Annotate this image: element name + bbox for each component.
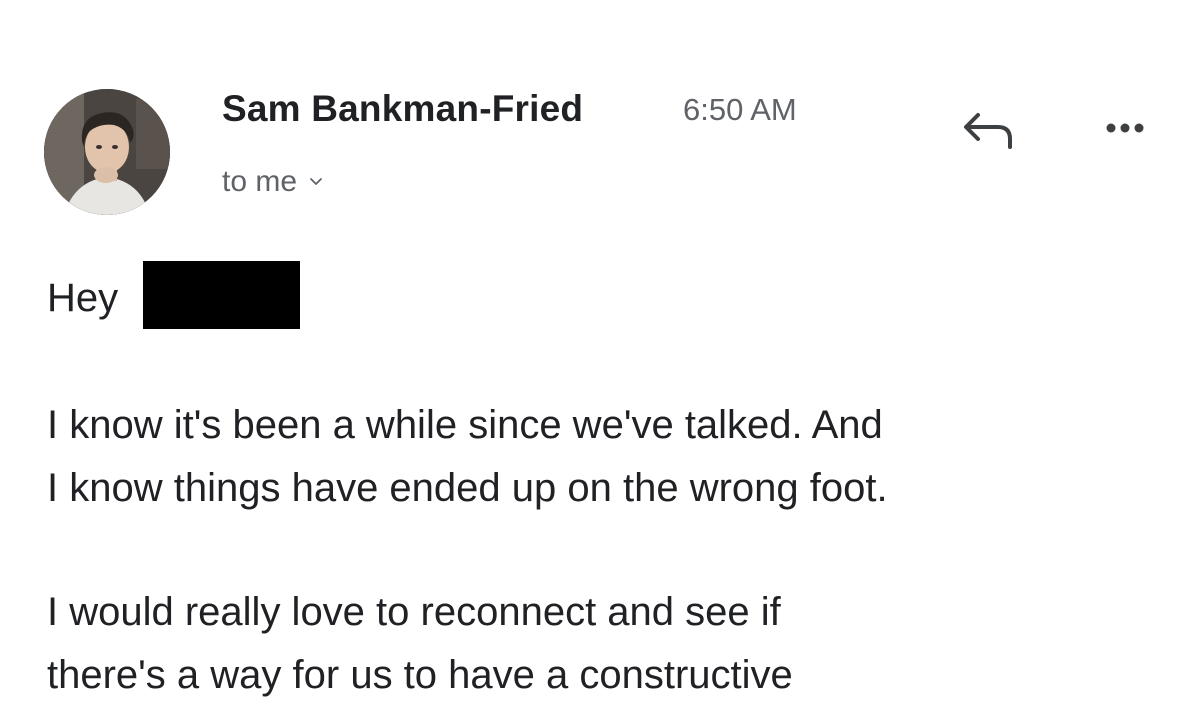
reply-button[interactable] bbox=[955, 100, 1021, 158]
sender-name: Sam Bankman-Fried bbox=[222, 88, 584, 129]
message-paragraph: I would really love to reconnect and see… bbox=[47, 581, 793, 707]
reply-arrow-icon bbox=[964, 113, 1012, 149]
message-line: there's a way for us to have a construct… bbox=[47, 653, 793, 697]
message-line: I know it's been a while since we've tal… bbox=[47, 403, 883, 447]
message-timestamp: 6:50 AM bbox=[683, 92, 797, 127]
avatar-photo bbox=[44, 89, 170, 215]
recipient-details-toggle[interactable]: to me bbox=[222, 165, 323, 199]
more-horizontal-icon bbox=[1106, 123, 1144, 133]
message-line: I know things have ended up on the wrong… bbox=[47, 466, 888, 510]
more-options-button[interactable] bbox=[1092, 108, 1158, 148]
redacted-name-block bbox=[143, 261, 300, 329]
message-greeting: Hey bbox=[47, 276, 119, 320]
sender-avatar[interactable] bbox=[44, 89, 170, 215]
message-paragraph: I know it's been a while since we've tal… bbox=[47, 394, 888, 520]
message-line: I would really love to reconnect and see… bbox=[47, 590, 781, 634]
recipient-label: to me bbox=[222, 165, 298, 198]
chevron-down-icon bbox=[310, 178, 322, 185]
